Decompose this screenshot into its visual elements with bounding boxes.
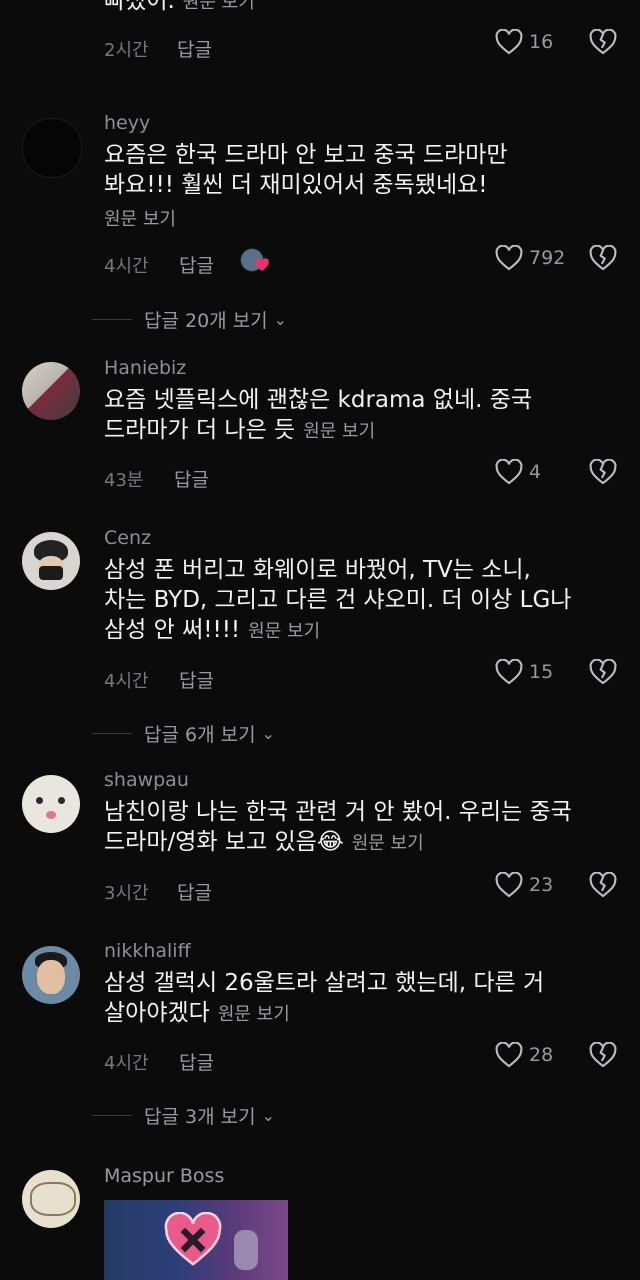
chevron-down-icon: ⌄	[273, 310, 288, 329]
broken-heart-icon	[589, 659, 617, 685]
comment-text: 요즘 넷플릭스에 괜찮은 kdrama 없네. 중국 드라마가 더 나은 듯 원문…	[104, 387, 533, 443]
like-button[interactable]: 4	[495, 459, 541, 485]
view-replies-button[interactable]: 답글 20개 보기 ⌄	[92, 306, 287, 333]
like-count: 792	[529, 247, 566, 269]
avatar[interactable]	[22, 946, 80, 1004]
broken-heart-icon	[589, 1042, 617, 1068]
avatar[interactable]	[22, 532, 80, 590]
view-original-link[interactable]: 원문 보기	[303, 421, 375, 442]
heart-reaction-icon	[255, 258, 269, 272]
comment-time: 4시간	[104, 671, 149, 692]
heart-outline-icon	[495, 659, 523, 685]
broken-heart-icon	[589, 459, 617, 485]
broken-heart-icon	[589, 245, 617, 271]
reply-button[interactable]: 답글	[177, 35, 212, 62]
dislike-button[interactable]	[589, 659, 617, 685]
comment-time: 43분	[104, 470, 144, 491]
view-replies-button[interactable]: 답글 3개 보기 ⌄	[92, 1102, 275, 1129]
username[interactable]: Haniebiz	[104, 357, 186, 379]
like-button[interactable]: 23	[495, 872, 553, 898]
avatar[interactable]	[22, 1170, 80, 1228]
like-button[interactable]: 16	[495, 29, 553, 55]
heart-outline-icon	[495, 459, 523, 485]
avatar[interactable]	[22, 118, 82, 178]
view-replies-label: 답글 20개 보기	[144, 310, 268, 332]
comment-text: 삼성 갤럭시 26울트라 살려고 했는데, 다른 거 살아야겠다 원문 보기	[104, 970, 545, 1026]
broken-heart-icon	[589, 872, 617, 898]
comment-time: 2시간	[104, 40, 149, 61]
view-original-link[interactable]: 원문 보기	[248, 621, 320, 642]
creator-reaction	[240, 248, 272, 276]
divider-line	[92, 733, 132, 734]
heart-outline-icon	[495, 1042, 523, 1068]
username[interactable]: heyy	[104, 112, 150, 134]
like-count: 23	[529, 874, 554, 896]
avatar[interactable]	[22, 775, 80, 833]
view-original-link[interactable]: 원문 보기	[104, 205, 176, 231]
view-original-link[interactable]: 원문 보기	[218, 1004, 290, 1025]
username[interactable]: shawpau	[104, 769, 189, 791]
dislike-button[interactable]	[589, 245, 617, 271]
view-replies-label: 답글 6개 보기	[144, 724, 256, 746]
broken-heart-icon	[589, 29, 617, 55]
chevron-down-icon: ⌄	[261, 724, 275, 743]
broken-heart-icon	[164, 1212, 222, 1266]
dislike-button[interactable]	[589, 1042, 617, 1068]
view-replies-label: 답글 3개 보기	[144, 1106, 256, 1128]
laughing-emoji-icon: 😂	[316, 829, 344, 855]
view-original-link[interactable]: 원문 보기	[352, 833, 424, 854]
username[interactable]: Cenz	[104, 527, 151, 549]
avatar[interactable]	[22, 362, 80, 420]
heart-outline-icon	[495, 872, 523, 898]
like-button[interactable]: 28	[495, 1042, 553, 1068]
reply-button[interactable]: 답글	[179, 1048, 214, 1075]
reply-button[interactable]: 답글	[179, 666, 214, 693]
comment-image[interactable]	[104, 1200, 288, 1280]
heart-outline-icon	[495, 245, 523, 271]
dislike-button[interactable]	[589, 872, 617, 898]
dislike-button[interactable]	[589, 29, 617, 55]
comment-text: 요즘은 한국 드라마 안 보고 중국 드라마만 봐요!!! 훨씬 더 재미있어서…	[104, 142, 508, 198]
comment-time: 4시간	[104, 1053, 149, 1074]
dislike-button[interactable]	[589, 459, 617, 485]
like-count: 16	[529, 31, 554, 53]
microphone-icon	[234, 1230, 258, 1270]
like-button[interactable]: 15	[495, 659, 553, 685]
like-count: 28	[529, 1044, 554, 1066]
like-button[interactable]: 792	[495, 245, 565, 271]
reply-button[interactable]: 답글	[174, 465, 209, 492]
like-count: 15	[529, 661, 554, 683]
reply-button[interactable]: 답글	[177, 878, 212, 905]
reply-button[interactable]: 답글	[179, 251, 214, 278]
comment-text: 빠졌어. 원문 보기	[104, 0, 614, 18]
comment-time: 4시간	[104, 256, 149, 277]
username[interactable]: Maspur Boss	[104, 1165, 224, 1187]
comment-text: 삼성 폰 버리고 화웨이로 바꿨어, TV는 소니, 차는 BYD, 그리고 다…	[104, 557, 572, 643]
view-original-link[interactable]: 원문 보기	[183, 0, 255, 13]
divider-line	[92, 319, 132, 320]
chevron-down-icon: ⌄	[261, 1106, 275, 1125]
heart-outline-icon	[495, 29, 523, 55]
view-replies-button[interactable]: 답글 6개 보기 ⌄	[92, 720, 275, 747]
comment-text: 남친이랑 나는 한국 관련 거 안 봤어. 우리는 중국 드라마/영화 보고 있…	[104, 799, 572, 855]
divider-line	[92, 1115, 132, 1116]
comment-time: 3시간	[104, 883, 149, 904]
like-count: 4	[529, 461, 542, 483]
username[interactable]: nikkhaliff	[104, 940, 191, 962]
